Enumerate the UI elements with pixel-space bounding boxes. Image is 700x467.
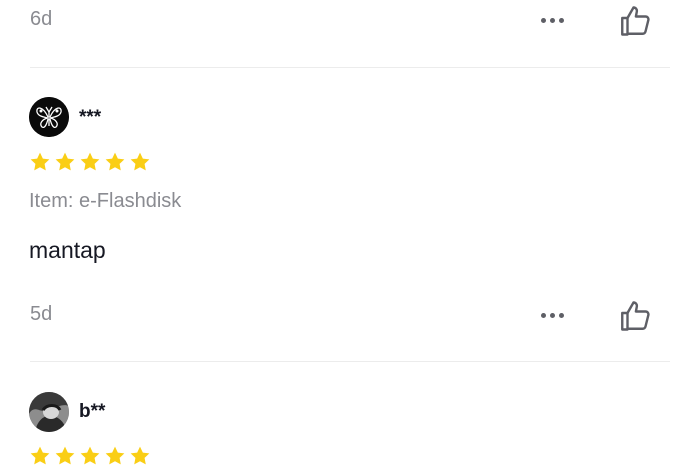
thumbs-up-icon <box>621 6 650 36</box>
star-icon <box>104 151 126 173</box>
butterfly-avatar <box>29 97 69 137</box>
more-horizontal-icon <box>541 313 546 318</box>
avatar[interactable] <box>29 392 69 432</box>
star-icon <box>129 445 151 467</box>
item-variant-label: Item: e-Flashdisk <box>29 190 182 212</box>
avatar[interactable] <box>29 97 69 137</box>
star-icon <box>79 151 101 173</box>
star-icon <box>29 445 51 467</box>
review-comment: mantap <box>29 237 106 263</box>
star-icon <box>54 445 76 467</box>
username[interactable]: *** <box>79 107 101 129</box>
divider <box>30 67 670 68</box>
star-icon <box>104 445 126 467</box>
star-icon <box>29 151 51 173</box>
star-rating <box>29 151 151 173</box>
star-icon <box>129 151 151 173</box>
photo-avatar <box>29 392 69 432</box>
review-time: 5d <box>30 303 53 325</box>
star-icon <box>54 151 76 173</box>
more-options-button[interactable] <box>541 313 564 318</box>
thumbs-up-icon <box>621 301 650 331</box>
like-button[interactable] <box>617 3 653 39</box>
more-horizontal-icon <box>541 18 546 23</box>
review-time: 6d <box>30 8 53 30</box>
more-options-button[interactable] <box>541 18 564 23</box>
star-rating <box>29 445 151 467</box>
username[interactable]: b** <box>79 401 105 423</box>
star-icon <box>79 445 101 467</box>
like-button[interactable] <box>617 298 653 334</box>
divider <box>30 361 670 362</box>
